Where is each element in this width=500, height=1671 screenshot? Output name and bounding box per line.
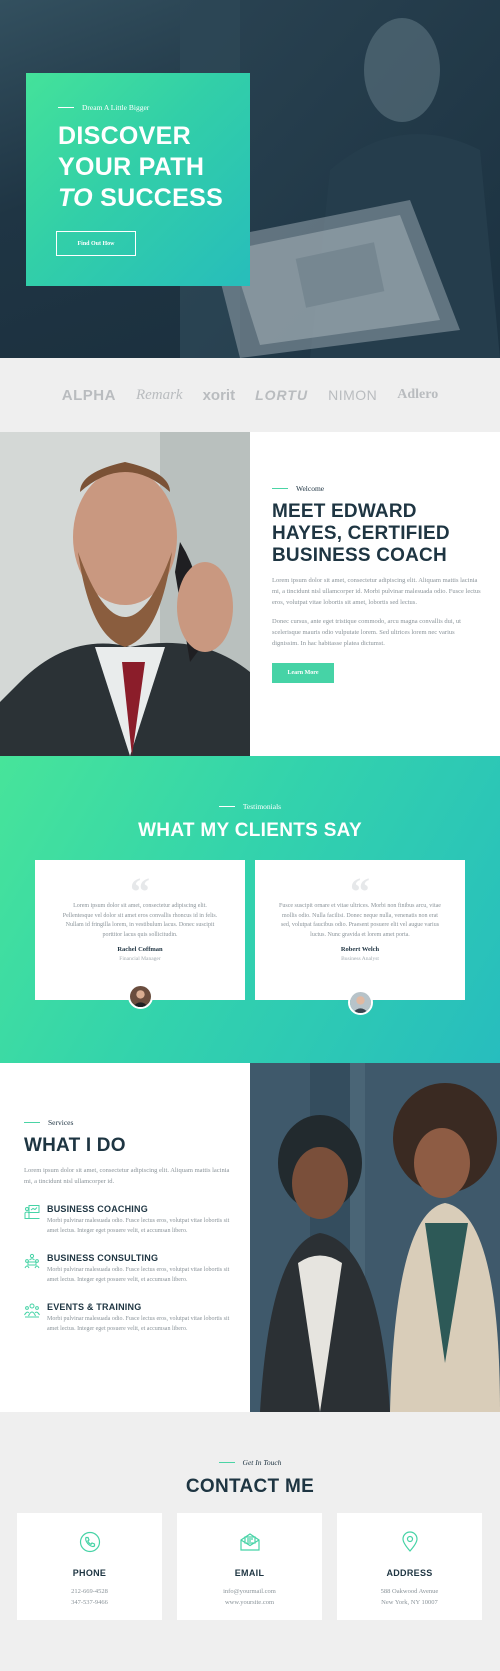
testimonial-role: Financial Manager [119,956,161,963]
hero-title: DISCOVER YOUR PATH TO SUCCESS [58,121,223,214]
services-intro: Lorem ipsum dolor sit amet, consectetur … [24,1167,230,1185]
testimonial-name: Rachel Coffman [117,946,163,954]
service-item: EVENTS & TRAINING Morbi pulvinar malesua… [24,1302,234,1334]
hero-eyebrow: Dream A Little Bigger [58,103,149,112]
about-title-line-1: MEET EDWARD [272,501,417,522]
testimonial-name: Robert Welch [340,946,380,954]
contact-eyebrow-text: Get In Touch [242,1458,282,1467]
quote-icon: “ [130,869,150,914]
hero-title-rest: SUCCESS [92,184,224,212]
contact-card-email: EMAIL info@yourmail.com www.yoursite.com [177,1513,322,1620]
logo-adlero: Adlero [397,387,439,402]
hero-eyebrow-text: Dream A Little Bigger [82,103,150,112]
contact-card-lines: info@yourmail.com www.yoursite.com [177,1586,322,1608]
service-description: Morbi pulvinar malesuada odio. Fusce lec… [47,1218,230,1234]
service-title: BUSINESS COACHING [47,1204,148,1214]
about-paragraph-1: Lorem ipsum dolor sit amet, consectetur … [272,577,481,606]
testimonials-eyebrow: Testimonials [0,802,500,811]
contact-section: Get In Touch CONTACT ME PHONE 212-669-45… [0,1412,500,1671]
testimonial-card: “ Fusce suscipit ornare et vitae ultrice… [255,860,465,1015]
about-title-line-3: BUSINESS COACH [272,545,447,566]
avatar [128,984,153,1009]
client-logos-bar: ALPHA Remark xorit LORTU NIMON Adlero [0,358,500,432]
about-paragraph-2: Donec cursus, ante eget tristique commod… [272,618,461,647]
avatar [348,990,373,1015]
eyebrow-line [218,1462,235,1463]
hero-card: Dream A Little Bigger DISCOVER YOUR PATH… [26,73,250,286]
about-text-block: Welcome MEET EDWARD HAYES, CERTIFIED BUS… [272,484,482,683]
services-photo-two-women [250,1063,500,1412]
contact-eyebrow: Get In Touch [0,1458,500,1467]
testimonials-title: WHAT MY CLIENTS SAY [138,820,362,841]
services-content: Services WHAT I DO Lorem ipsum dolor sit… [24,1118,234,1335]
testimonial-quote: Fusce suscipit ornare et vitae ultrices.… [279,903,441,938]
hero-title-line-1: DISCOVER [58,122,191,150]
address-line-2: New York, NY 10007 [381,1599,438,1606]
testimonials-eyebrow-text: Testimonials [242,802,282,811]
logo-alpha: ALPHA [61,386,116,404]
logo-lortu: LORTU [255,387,309,403]
coach-portrait-photo [0,432,250,756]
service-title: EVENTS & TRAINING [47,1302,142,1313]
testimonial-quote: Lorem ipsum dolor sit amet, consectetur … [62,903,218,938]
testimonials-section: Testimonials WHAT MY CLIENTS SAY “ Lorem… [0,756,500,1063]
email-icon [239,1533,260,1551]
about-title: MEET EDWARD HAYES, CERTIFIED BUSINESS CO… [272,501,482,567]
services-section: Services WHAT I DO Lorem ipsum dolor sit… [0,1063,250,1412]
about-title-line-2: HAYES, CERTIFIED [272,523,450,544]
service-description: Morbi pulvinar malesuada odio. Fusce lec… [47,1316,230,1332]
contact-title: CONTACT ME [185,1476,315,1497]
contact-card-address: ADDRESS 588 Oakwood Avenue New York, NY … [337,1513,482,1620]
email-address[interactable]: info@yourmail.com [177,1586,322,1597]
contact-card-title: ADDRESS [386,1568,433,1578]
logo-xorit: xorit [202,386,236,404]
services-eyebrow-text: Services [48,1118,74,1127]
logo-nimon: NIMON [328,387,378,403]
training-group-icon [24,1303,40,1318]
contact-card-lines: 212-669-4528 347-537-9466 [17,1586,162,1608]
contact-card-title: PHONE [72,1568,107,1578]
eyebrow-line [218,806,235,807]
testimonial-role: Business Analyst [341,956,379,963]
service-item: BUSINESS CONSULTING Morbi pulvinar males… [24,1253,234,1285]
service-item: BUSINESS COACHING Morbi pulvinar malesua… [24,1204,234,1236]
about-eyebrow: Welcome [272,484,482,493]
learn-more-button[interactable]: Learn More [272,663,334,683]
hero-section: Dream A Little Bigger DISCOVER YOUR PATH… [0,0,500,358]
eyebrow-line [58,107,74,108]
eyebrow-line [24,1122,40,1123]
address-line-1: 588 Oakwood Avenue [380,1588,439,1595]
service-title: BUSINESS CONSULTING [47,1253,159,1264]
about-eyebrow-text: Welcome [296,484,325,493]
hero-title-line-2: YOUR PATH [58,153,205,181]
quote-icon: “ [350,869,370,914]
contact-card-lines: 588 Oakwood Avenue New York, NY 10007 [337,1586,482,1608]
phone-number-1[interactable]: 212-669-4528 [17,1586,162,1597]
testimonial-card: “ Lorem ipsum dolor sit amet, consectetu… [35,860,245,1009]
hero-title-line-3: TO SUCCESS [58,183,223,214]
eyebrow-line [272,488,288,489]
team-meeting-icon [24,1254,40,1269]
find-out-how-button[interactable]: Find Out How [56,231,136,256]
website-link[interactable]: www.yoursite.com [177,1597,322,1608]
phone-number-2[interactable]: 347-537-9466 [17,1597,162,1608]
hero-title-italic: TO [58,184,93,212]
presentation-board-icon [24,1205,40,1219]
services-eyebrow: Services [24,1118,234,1127]
services-title: WHAT I DO [24,1135,126,1156]
contact-card-title: EMAIL [234,1568,265,1578]
phone-icon [79,1531,100,1553]
location-pin-icon [401,1531,418,1552]
contact-card-phone: PHONE 212-669-4528 347-537-9466 [17,1513,162,1620]
service-description: Morbi pulvinar malesuada odio. Fusce lec… [47,1267,230,1283]
logo-remark: Remark [135,386,183,403]
